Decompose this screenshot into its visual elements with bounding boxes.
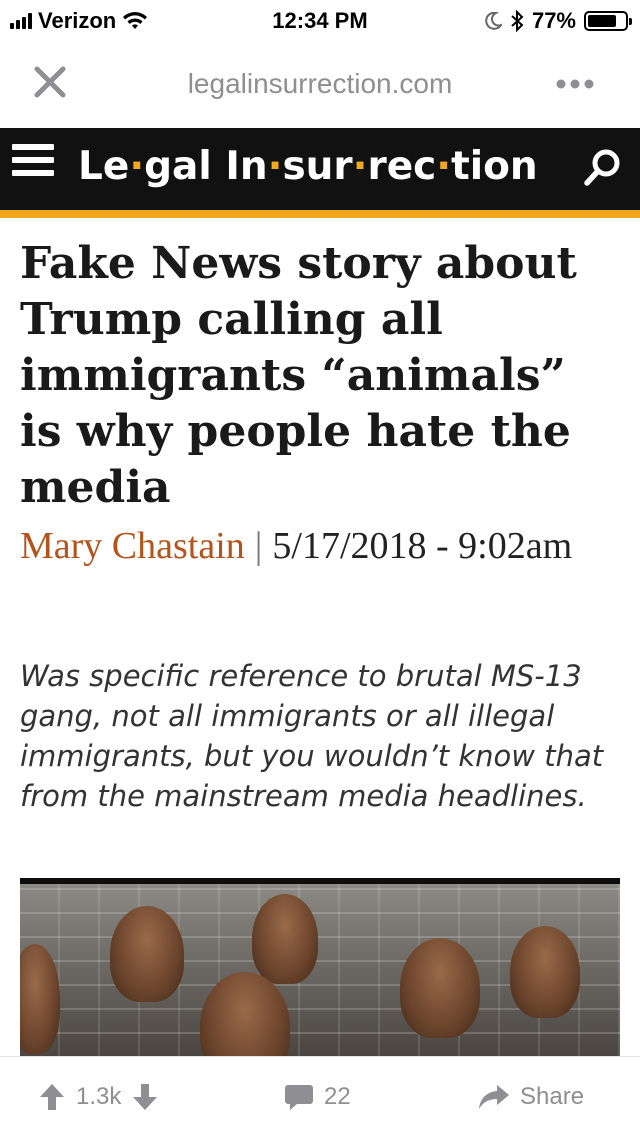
battery-icon [584, 11, 632, 31]
share-label: Share [520, 1083, 585, 1110]
article-dek: Was specific reference to brutal MS-13 g… [20, 659, 604, 813]
byline-separator: | [254, 525, 263, 567]
comment-icon [285, 1085, 313, 1110]
moon-icon [485, 12, 502, 30]
battery-percent: 77% [531, 8, 576, 33]
more-icon[interactable] [556, 78, 594, 90]
article-byline: Mary Chastain | 5/17/2018 - 9:02am [20, 524, 620, 568]
site-logo[interactable]: Le·gal In·sur·rec·tion [78, 144, 538, 189]
bluetooth-icon [511, 10, 524, 32]
publish-date: 5/17/2018 - 9:02am [272, 525, 573, 567]
status-bar: Verizon 12:34 PM 77% [0, 0, 640, 40]
header-accent-bar [0, 210, 640, 218]
menu-icon[interactable] [12, 144, 54, 186]
article-image[interactable] [20, 878, 620, 1056]
share-icon [479, 1085, 509, 1109]
bottom-toolbar: 1.3k 22 Share [0, 1056, 640, 1136]
downvote-icon[interactable] [131, 1082, 159, 1112]
browser-url-bar: legalinsurrection.com [0, 40, 640, 128]
share-button[interactable]: Share [478, 1077, 584, 1117]
site-header: Le·gal In·sur·rec·tion [0, 128, 640, 218]
author-link[interactable]: Mary Chastain [20, 525, 245, 567]
vote-count: 1.3k [76, 1083, 122, 1110]
search-icon[interactable] [580, 146, 624, 190]
url-text[interactable]: legalinsurrection.com [0, 68, 640, 100]
comment-count: 22 [324, 1083, 351, 1110]
article-headline: Fake News story about Trump calling all … [20, 238, 577, 513]
comments-button[interactable]: 22 [284, 1077, 351, 1117]
upvote-icon[interactable] [38, 1082, 66, 1112]
